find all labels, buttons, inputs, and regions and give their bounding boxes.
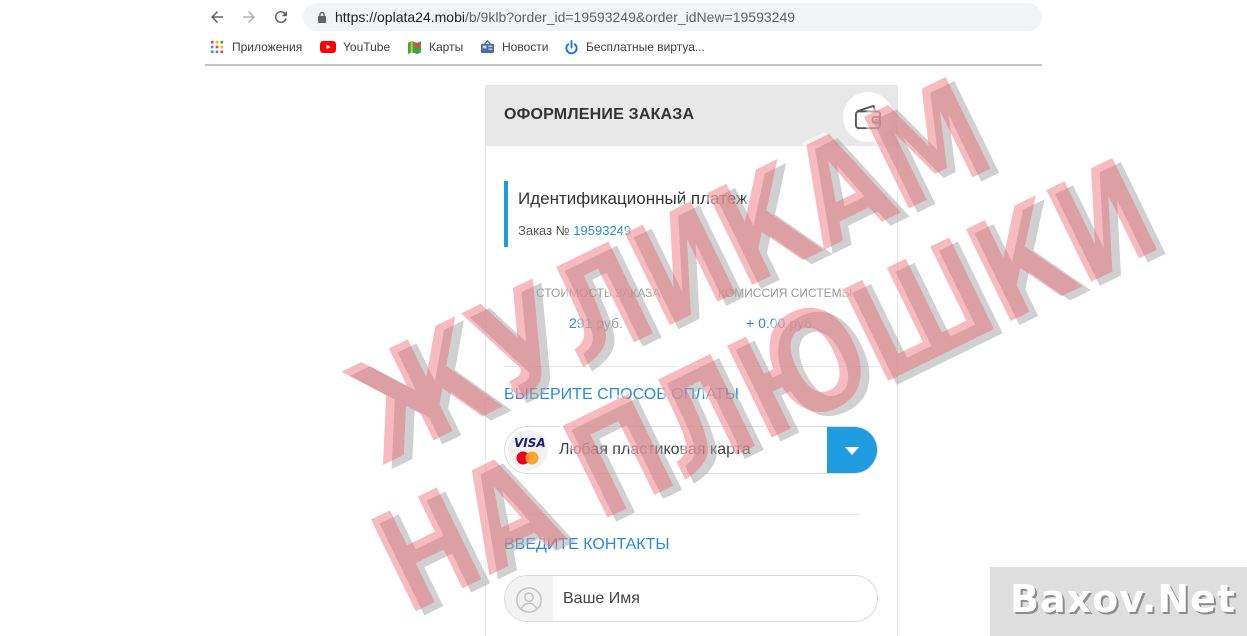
divider bbox=[504, 366, 878, 367]
apps-icon bbox=[209, 39, 225, 55]
reload-button[interactable] bbox=[269, 5, 293, 29]
maps-icon bbox=[406, 39, 422, 55]
order-number-line: Заказ № 19593249 bbox=[518, 223, 631, 238]
bookmark-free-virtual[interactable]: Бесплатные виртуа... bbox=[563, 37, 705, 57]
payment-method-value: Любая пластиковая карта bbox=[559, 441, 751, 458]
site-watermark-text: Baxov.Net bbox=[1010, 577, 1237, 621]
power-icon bbox=[563, 39, 579, 55]
wallet-icon bbox=[843, 92, 893, 142]
payment-method-title: ВЫБЕРИТЕ СПОСОБ ОПЛАТЫ bbox=[504, 386, 739, 403]
name-input[interactable] bbox=[563, 576, 863, 621]
svg-text:VISA: VISA bbox=[514, 436, 546, 450]
browser-toolbar: https://oplata24.mobi/b/9klb?order_id=19… bbox=[205, 0, 1042, 33]
order-label: Заказ № bbox=[518, 223, 570, 238]
cost-unit: руб. bbox=[596, 315, 623, 331]
address-bar[interactable]: https://oplata24.mobi/b/9klb?order_id=19… bbox=[303, 3, 1042, 31]
url-text: https://oplata24.mobi/b/9klb?order_id=19… bbox=[335, 9, 796, 25]
order-header: ОФОРМЛЕНИЕ ЗАКАЗА bbox=[486, 86, 897, 146]
youtube-icon bbox=[320, 39, 336, 55]
bookmark-label: Бесплатные виртуа... bbox=[586, 40, 705, 54]
lock-icon bbox=[318, 11, 326, 23]
browser-divider bbox=[205, 64, 1042, 66]
name-field[interactable] bbox=[504, 575, 878, 622]
cost-label: СТОИМОСТЬ ЗАКАЗА bbox=[536, 286, 661, 300]
chevron-down-icon bbox=[845, 447, 859, 455]
payment-method-select[interactable]: VISA Любая пластиковая карта bbox=[504, 426, 878, 474]
order-card: ОФОРМЛЕНИЕ ЗАКАЗА Идентификационный плат… bbox=[485, 85, 898, 636]
arrow-left-icon bbox=[211, 11, 223, 23]
site-watermark: Baxov.Net bbox=[990, 567, 1247, 636]
reload-icon bbox=[274, 11, 287, 24]
user-icon bbox=[505, 576, 553, 621]
bookmark-youtube[interactable]: YouTube bbox=[320, 37, 390, 57]
cost-amount: 291 bbox=[569, 315, 593, 331]
bookmarks-bar: Приложения YouTube Карты Новости Бесплат… bbox=[205, 35, 1042, 59]
order-number: 19593249 bbox=[573, 223, 632, 238]
bookmark-apps[interactable]: Приложения bbox=[209, 37, 302, 57]
news-icon bbox=[479, 39, 495, 55]
cost-value: 291 руб. bbox=[569, 315, 623, 331]
payment-name: Идентификационный платеж bbox=[518, 189, 748, 208]
fee-label: КОМИССИЯ СИСТЕМЫ bbox=[718, 286, 853, 300]
dropdown-toggle[interactable] bbox=[827, 427, 877, 473]
fee-value: + 0.00 руб. bbox=[746, 315, 816, 331]
divider bbox=[504, 514, 860, 515]
bookmark-label: Приложения bbox=[232, 40, 303, 54]
back-button[interactable] bbox=[205, 5, 229, 29]
payment-info: Идентификационный платеж Заказ № 1959324… bbox=[504, 181, 804, 247]
bookmark-maps[interactable]: Карты bbox=[406, 37, 463, 57]
page-title: ОФОРМЛЕНИЕ ЗАКАЗА bbox=[504, 106, 695, 123]
visa-mastercard-icon: VISA bbox=[508, 430, 548, 470]
fee-amount: + 0.00 bbox=[746, 315, 786, 331]
bookmark-label: Новости bbox=[502, 40, 549, 54]
forward-button[interactable] bbox=[237, 5, 261, 29]
bookmark-label: YouTube bbox=[343, 40, 391, 54]
fee-unit: руб. bbox=[789, 315, 816, 331]
bookmark-label: Карты bbox=[429, 40, 464, 54]
arrow-right-icon bbox=[243, 11, 255, 23]
bookmark-news[interactable]: Новости bbox=[479, 37, 548, 57]
contacts-title: ВВЕДИТЕ КОНТАКТЫ bbox=[504, 536, 670, 553]
